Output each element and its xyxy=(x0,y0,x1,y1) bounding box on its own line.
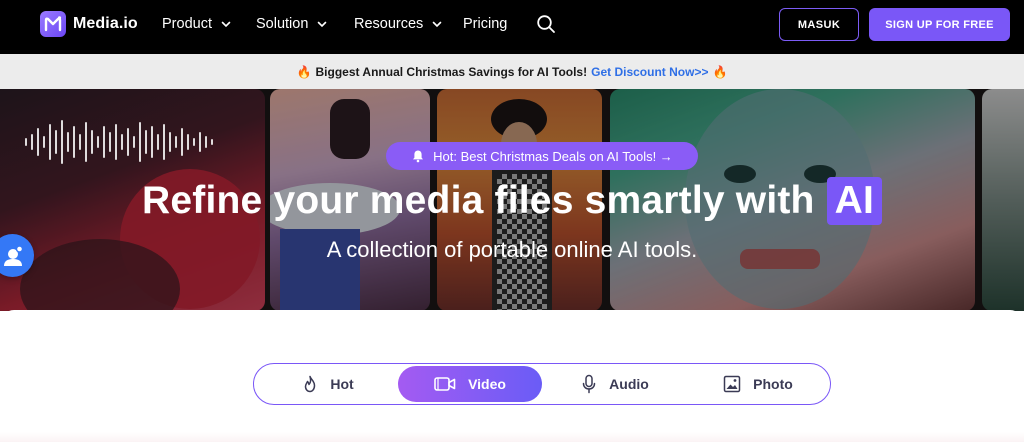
chevron-down-icon xyxy=(221,21,231,28)
chat-support-icon xyxy=(3,244,23,266)
nav-item-resources[interactable]: Resources xyxy=(354,16,443,32)
tab-hot[interactable]: Hot xyxy=(260,366,396,402)
tab-label: Video xyxy=(468,376,506,392)
tab-label: Hot xyxy=(330,376,354,392)
video-icon xyxy=(434,377,456,391)
chevron-down-icon xyxy=(433,21,442,28)
nav-item-label: Resources xyxy=(354,16,424,32)
tool-category-tabs: Hot Video Audio Photo xyxy=(253,363,831,405)
promo-text: Biggest Annual Christmas Savings for AI … xyxy=(315,64,588,79)
top-navigation: Media.io Product Solution Resources Pric… xyxy=(0,0,1024,54)
brand-logo[interactable]: Media.io xyxy=(40,11,138,37)
tab-label: Photo xyxy=(753,376,793,392)
hero-section: Hot: Best Christmas Deals on AI Tools! →… xyxy=(0,89,1024,311)
headline-ai-highlight: AI xyxy=(826,177,882,225)
bell-icon xyxy=(413,150,424,163)
hero-headline: Refine your media files smartly with AI xyxy=(0,177,1024,225)
nav-item-solution[interactable]: Solution xyxy=(256,16,328,32)
tab-audio[interactable]: Audio xyxy=(544,366,686,402)
tab-label: Audio xyxy=(609,376,649,392)
signup-button[interactable]: SIGN UP FOR FREE xyxy=(869,8,1010,41)
promo-banner: 🔥 Biggest Annual Christmas Savings for A… xyxy=(0,54,1024,89)
nav-item-label: Product xyxy=(162,16,212,32)
audio-waveform-icon xyxy=(25,120,213,164)
hero-subtitle: A collection of portable online AI tools… xyxy=(326,237,698,262)
get-discount-link[interactable]: Get Discount Now>> xyxy=(591,65,708,79)
search-icon[interactable] xyxy=(536,14,556,34)
tab-photo[interactable]: Photo xyxy=(688,366,828,402)
section-bottom-gradient xyxy=(0,432,1024,442)
christmas-deals-pill[interactable]: Hot: Best Christmas Deals on AI Tools! → xyxy=(386,142,698,170)
nav-item-label: Pricing xyxy=(463,16,508,32)
nav-item-product[interactable]: Product xyxy=(162,16,232,32)
chevron-down-icon xyxy=(318,21,327,28)
pill-label: Hot: Best Christmas Deals on AI Tools! → xyxy=(433,148,673,164)
image-icon xyxy=(723,375,741,393)
fire-icon: 🔥 xyxy=(296,64,312,79)
nav-item-pricing[interactable]: Pricing xyxy=(463,16,507,32)
nav-item-label: Solution xyxy=(256,16,309,32)
media-io-logo-icon xyxy=(40,11,66,37)
tab-video[interactable]: Video xyxy=(398,366,542,402)
headline-text: Refine your media files smartly with xyxy=(142,179,815,222)
microphone-icon xyxy=(582,374,596,394)
flame-icon xyxy=(305,375,316,393)
brand-name: Media.io xyxy=(73,15,138,32)
login-button[interactable]: MASUK xyxy=(779,8,859,41)
fire-icon: 🔥 xyxy=(712,64,728,79)
